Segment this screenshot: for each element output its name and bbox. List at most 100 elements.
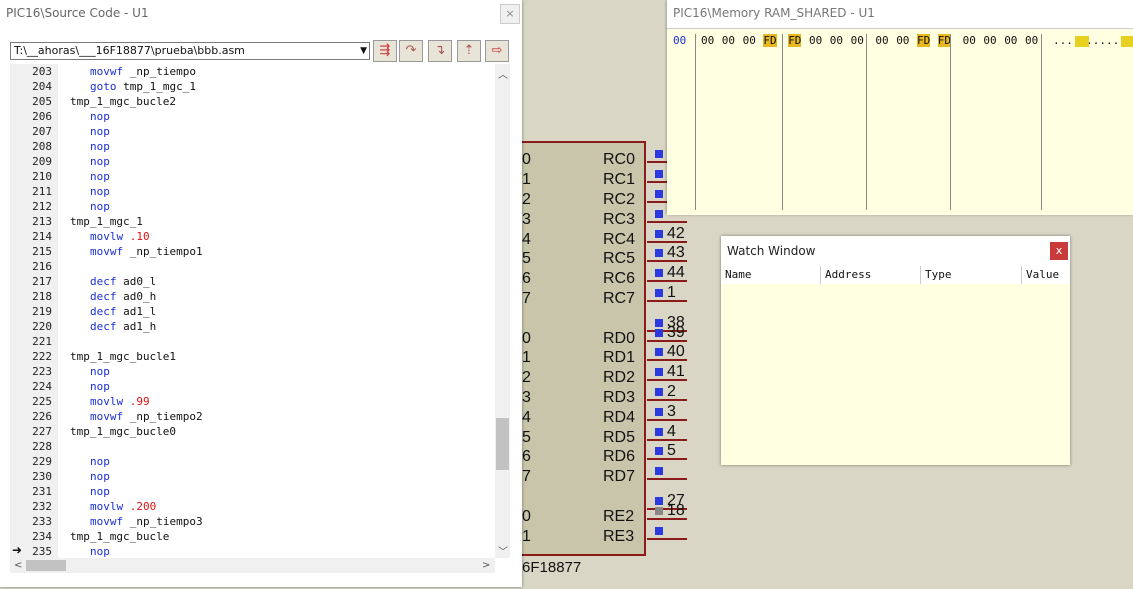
code-line[interactable]: 230 nop [10, 469, 110, 484]
operand: tmp_1_mgc_1 [116, 80, 196, 93]
code-line[interactable]: 222 tmp_1_mgc_bucle1 [10, 349, 176, 364]
code-line[interactable]: 217 decf ad0_l [10, 274, 156, 289]
column-separator [866, 34, 867, 210]
code-line[interactable]: 220 decf ad1_h [10, 319, 156, 334]
code-line[interactable]: 208 nop [10, 139, 110, 154]
code-line[interactable]: 211 nop [10, 184, 110, 199]
code-line[interactable]: 213 tmp_1_mgc_1 [10, 214, 143, 229]
code-line[interactable]: 206 nop [10, 109, 110, 124]
code-editor[interactable]: 203 movwf _np_tiempo 204 goto tmp_1_mgc_1 20… [10, 64, 495, 558]
code-line[interactable]: 215 movwf _np_tiempo1 [10, 244, 202, 259]
memory-window[interactable]: PIC16\Memory RAM_SHARED - U1 00 00 00 00 FD… [667, 0, 1133, 215]
code-line[interactable]: 210 nop [10, 169, 110, 184]
line-number: 224 [32, 380, 52, 393]
pin-number: 43 [667, 244, 685, 261]
column-header-name[interactable]: Name [721, 266, 821, 284]
memory-byte[interactable]: 00 [830, 34, 843, 47]
column-separator [1041, 34, 1042, 210]
column-header-address[interactable]: Address [821, 266, 921, 284]
code-line[interactable]: 207 nop [10, 124, 110, 139]
code-line[interactable]: 229 nop [10, 454, 110, 469]
code-line[interactable]: 232 movlw .200 [10, 499, 156, 514]
code-line[interactable]: 218 decf ad0_h [10, 289, 156, 304]
file-path-dropdown[interactable]: T:\__ahoras\___16F18877\prueba\bbb.asm ▼ [10, 42, 370, 60]
code-line[interactable]: 234 tmp_1_mgc_bucle [10, 529, 169, 544]
pin-state-indicator [655, 368, 663, 376]
pin-state-indicator [655, 150, 663, 158]
code-line[interactable]: 235 nop [10, 544, 110, 558]
code-line[interactable]: 224 nop [10, 379, 110, 394]
column-header-value[interactable]: Value [1022, 266, 1070, 284]
chevron-down-icon[interactable]: ▼ [360, 43, 367, 59]
memory-byte[interactable]: 00 [896, 34, 909, 47]
operand: ad0_l [116, 275, 157, 288]
memory-byte[interactable]: 00 [701, 34, 714, 47]
code-line[interactable]: 231 nop [10, 484, 110, 499]
code-text: nop [52, 380, 110, 393]
code-line[interactable]: 227 tmp_1_mgc_bucle0 [10, 424, 176, 439]
step-into-button[interactable]: ↴ [428, 40, 452, 62]
horizontal-scroll-thumb[interactable] [26, 560, 66, 571]
code-line[interactable]: 228 [10, 439, 70, 454]
memory-byte[interactable]: 00 [851, 34, 864, 47]
memory-byte[interactable]: FD [763, 34, 777, 47]
watch-window-close-button[interactable]: x [1050, 242, 1068, 260]
code-line[interactable]: 212 nop [10, 199, 110, 214]
code-line[interactable]: 204 goto tmp_1_mgc_1 [10, 79, 196, 94]
toggle-breakpoint-button[interactable]: ⇨ [485, 40, 509, 62]
pin-state-indicator [655, 467, 663, 475]
memory-byte[interactable]: FD [917, 34, 931, 47]
step-out-button[interactable]: ⇡ [457, 40, 481, 62]
code-line[interactable]: 205 tmp_1_mgc_bucle2 [10, 94, 176, 109]
instruction: nop [90, 140, 110, 153]
code-text: nop [52, 470, 110, 483]
vertical-scroll-thumb[interactable] [496, 418, 509, 470]
memory-byte[interactable]: 00 [875, 34, 888, 47]
code-line[interactable]: 216 [10, 259, 70, 274]
memory-byte[interactable]: 00 [743, 34, 756, 47]
scroll-down-icon[interactable]: ﹀ [498, 543, 508, 558]
scroll-right-icon[interactable]: > [482, 560, 490, 571]
breakpoint-icon: ⇨ [491, 43, 503, 58]
step-over-button[interactable]: ↷ [399, 40, 423, 62]
scroll-left-icon[interactable]: < [14, 560, 22, 571]
instruction: nop [90, 200, 110, 213]
pin-label-left: 0 [522, 151, 531, 168]
operand: ad0_h [116, 290, 157, 303]
code-line[interactable]: 203 movwf _np_tiempo [10, 64, 196, 79]
vertical-scrollbar[interactable] [495, 64, 510, 558]
memory-byte[interactable]: 00 [963, 34, 976, 47]
pin-state-indicator [655, 329, 663, 337]
watch-list[interactable] [721, 266, 1070, 465]
horizontal-scrollbar[interactable] [10, 558, 495, 573]
file-path-text: T:\__ahoras\___16F18877\prueba\bbb.asm [14, 44, 245, 57]
instruction: nop [90, 455, 110, 468]
line-number: 214 [32, 230, 52, 243]
pin-state-indicator [655, 289, 663, 297]
code-line[interactable]: 225 movlw .99 [10, 394, 150, 409]
memory-byte[interactable]: 00 [1004, 34, 1017, 47]
source-code-window[interactable]: PIC16\Source Code - U1 × T:\__ahoras\___… [0, 0, 522, 587]
scroll-up-icon[interactable]: ︿ [498, 66, 508, 81]
memory-byte[interactable]: FD [788, 34, 802, 47]
pin-label-left: 3 [522, 389, 531, 406]
pin-number: 3 [667, 403, 676, 420]
operand: _np_tiempo [123, 65, 196, 78]
code-line[interactable]: 233 movwf _np_tiempo3 [10, 514, 202, 529]
source-window-close-button[interactable]: × [500, 4, 520, 24]
memory-hex-view[interactable]: 00 00 00 00 FD FD 00 00 00 00 00 FD FD 00 00 00 00 ....… [667, 28, 1133, 215]
pin-state-indicator [655, 408, 663, 416]
memory-byte[interactable]: 00 [722, 34, 735, 47]
column-header-type[interactable]: Type [921, 266, 1022, 284]
code-line[interactable]: 214 movlw .10 [10, 229, 150, 244]
run-to-cursor-button[interactable]: ⇶ [373, 40, 397, 62]
code-line[interactable]: 209 nop [10, 154, 110, 169]
code-line[interactable]: 221 [10, 334, 70, 349]
code-line[interactable]: 223 nop [10, 364, 110, 379]
memory-byte[interactable]: 00 [1025, 34, 1038, 47]
memory-byte[interactable]: 00 [809, 34, 822, 47]
code-line[interactable]: 226 movwf _np_tiempo2 [10, 409, 202, 424]
memory-byte[interactable]: 00 [983, 34, 996, 47]
code-line[interactable]: 219 decf ad1_l [10, 304, 156, 319]
watch-window[interactable]: Watch Window x Name Address Type Value [721, 236, 1070, 465]
